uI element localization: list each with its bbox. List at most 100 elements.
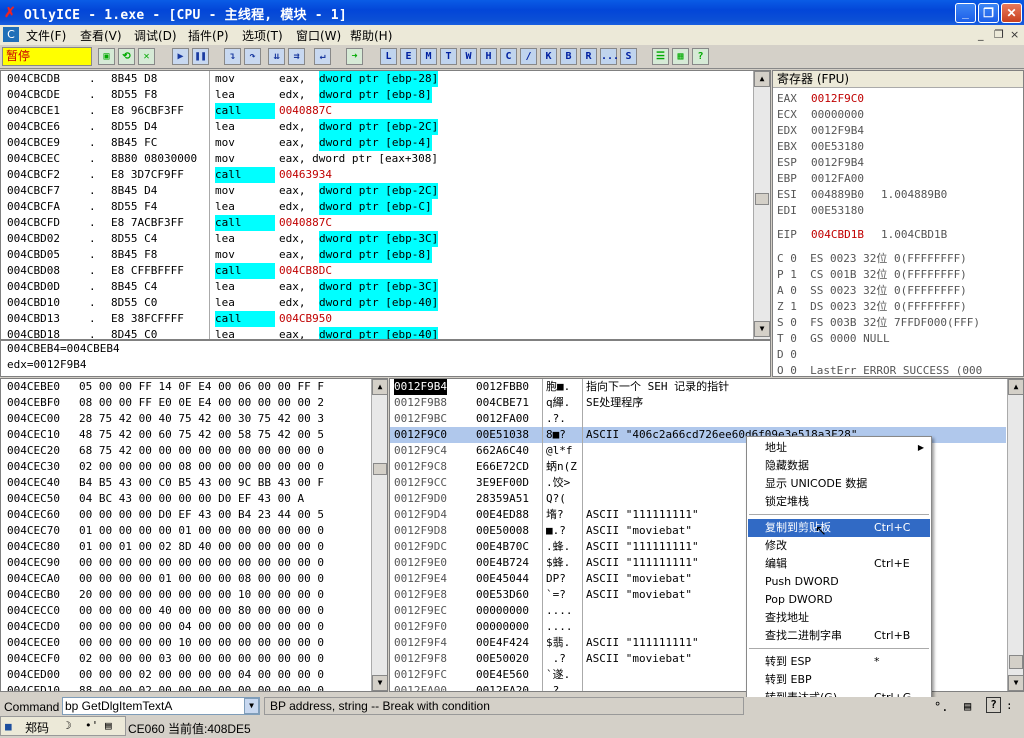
step-over-icon[interactable]: ↷ <box>244 48 261 65</box>
tray-icon[interactable]: °. <box>934 700 948 714</box>
register-value[interactable]: 0012FA00 <box>811 171 864 187</box>
menu-plugins[interactable]: 插件(P) <box>188 27 229 44</box>
register-value[interactable]: 00E53180 <box>811 203 864 219</box>
scroll-thumb[interactable] <box>1009 655 1023 669</box>
ime-keyboard-icon[interactable]: ▤ <box>105 719 112 732</box>
scroll-down-icon[interactable]: ▼ <box>1008 675 1023 691</box>
flag-row[interactable]: Z 1 DS 0023 32位 0(FFFFFFFF) <box>777 299 967 315</box>
disasm-scrollbar[interactable]: ▲ ▼ <box>753 71 770 339</box>
maximize-button[interactable]: ❐ <box>978 3 999 23</box>
disasm-row[interactable]: 004CBD08. E8 CFFBFFFF call 004CB8DC <box>1 263 753 279</box>
open-icon[interactable]: ▣ <box>98 48 115 65</box>
execute-till-return-icon[interactable]: ↵ <box>314 48 331 65</box>
scroll-thumb[interactable] <box>755 193 769 205</box>
cpu-window-icon[interactable]: C <box>3 27 19 42</box>
disasm-row[interactable]: 004CBD0D. 8B45 C4 lea eax, dword ptr [ebp-3… <box>1 279 753 295</box>
disasm-row[interactable]: 004CBCDE. 8D55 F8 lea edx, dword ptr [ebp-8… <box>1 87 753 103</box>
stack-row[interactable]: 0012F9B8 004CBE71 q繟. SE处理程序 <box>390 395 1006 411</box>
threads-button[interactable]: T <box>440 48 457 65</box>
disasm-row[interactable]: 004CBCFA. 8D55 F4 lea edx, dword ptr [ebp-C… <box>1 199 753 215</box>
context-menu-item[interactable]: 转到 ESP * <box>748 653 930 671</box>
flag-row[interactable]: D 0 <box>777 347 797 363</box>
minimize-button[interactable]: _ <box>955 3 976 23</box>
menu-help[interactable]: 帮助(H) <box>350 27 392 44</box>
menu-debug[interactable]: 调试(D) <box>134 27 177 44</box>
register-value[interactable]: 0012F9C0 <box>811 91 864 107</box>
trace-over-icon[interactable]: ⇉ <box>288 48 305 65</box>
scroll-up-icon[interactable]: ▲ <box>1008 379 1023 395</box>
tray-more-icon[interactable]: : <box>1006 699 1013 712</box>
context-menu-item[interactable]: Push DWORD <box>748 573 930 591</box>
disasm-row[interactable]: 004CBD18. 8D45 C0 lea eax, dword ptr [ebp-4… <box>1 327 753 339</box>
scroll-up-icon[interactable]: ▲ <box>754 71 770 87</box>
flag-row[interactable]: O 0 LastErr ERROR_SUCCESS (000 <box>777 363 982 376</box>
stack-row[interactable]: 0012F9BC 0012FA00.?. <box>390 411 1006 427</box>
log-window-button[interactable]: L <box>380 48 397 65</box>
flag-row[interactable]: A 0 SS 0023 32位 0(FFFFFFFF) <box>777 283 967 299</box>
stack-row[interactable]: 0012F9B4 0012FBB0 胞■. 指向下一个 SEH 记录的指针 <box>390 379 1006 395</box>
context-menu-item[interactable]: Pop DWORD <box>748 591 930 609</box>
disasm-row[interactable]: 004CBCF7. 8B45 D4 mov eax, dword ptr [ebp-2… <box>1 183 753 199</box>
command-dropdown-icon[interactable]: ▼ <box>244 698 259 714</box>
context-menu-item[interactable]: 显示 UNICODE 数据 <box>748 475 930 493</box>
dump-scrollbar[interactable]: ▲ ▼ <box>371 379 387 691</box>
disassembly-panel[interactable]: 004CBCDB. 8B45 D8 mov eax, dword ptr [ebp-2… <box>0 70 771 340</box>
mdi-close-button[interactable]: × <box>1010 28 1019 41</box>
disasm-row[interactable]: 004CBCF2. E8 3D7CF9FF call 00463934 <box>1 167 753 183</box>
run-trace-button[interactable]: ... <box>600 48 619 65</box>
scroll-up-icon[interactable]: ▲ <box>372 379 387 395</box>
scroll-down-icon[interactable]: ▼ <box>372 675 387 691</box>
context-menu-item[interactable]: 查找二进制字串 Ctrl+B <box>748 627 930 645</box>
disasm-row[interactable]: 004CBCE1. E8 96CBF3FF call 0040887C <box>1 103 753 119</box>
flag-row[interactable]: T 0 GS 0000 NULL <box>777 331 890 347</box>
flag-row[interactable]: P 1 CS 001B 32位 0(FFFFFFFF) <box>777 267 967 283</box>
register-value[interactable]: 0012F9B4 <box>811 123 864 139</box>
context-menu-item[interactable]: 复制到剪贴板 Ctrl+C <box>748 519 930 537</box>
mdi-minimize-button[interactable]: _ <box>978 28 984 41</box>
disasm-row[interactable]: 004CBD02. 8D55 C4 lea edx, dword ptr [ebp-3… <box>1 231 753 247</box>
close-button[interactable]: ✕ <box>1001 3 1022 23</box>
disasm-row[interactable]: 004CBCE9. 8B45 FC mov eax, dword ptr [ebp-4… <box>1 135 753 151</box>
register-value[interactable]: 00000000 <box>811 107 864 123</box>
scroll-down-icon[interactable]: ▼ <box>754 321 770 337</box>
modules-button[interactable]: E <box>400 48 417 65</box>
close-debuggee-icon[interactable]: ✕ <box>138 48 155 65</box>
tray-tool-icon[interactable]: ▤ <box>964 699 971 713</box>
pause-icon[interactable]: ❚❚ <box>192 48 209 65</box>
context-menu-item[interactable]: 地址 ▶ <box>748 439 930 457</box>
context-menu-item[interactable]: 修改 <box>748 537 930 555</box>
run-icon[interactable]: ▶ <box>172 48 189 65</box>
trace-into-icon[interactable]: ⇊ <box>268 48 285 65</box>
ime-moon-icon[interactable]: ☽ <box>65 719 72 732</box>
menu-file[interactable]: 文件(F) <box>26 27 66 44</box>
context-menu-item[interactable]: 锁定堆栈 <box>748 493 930 511</box>
breakpoints-button[interactable]: B <box>560 48 577 65</box>
disasm-row[interactable]: 004CBCFD. E8 7ACBF3FF call 0040887C <box>1 215 753 231</box>
context-menu-item[interactable]: 查找地址 <box>748 609 930 627</box>
call-stack-button[interactable]: K <box>540 48 557 65</box>
source-button[interactable]: S <box>620 48 637 65</box>
handles-button[interactable]: H <box>480 48 497 65</box>
register-value[interactable]: 00E53180 <box>811 139 864 155</box>
context-menu-item[interactable]: 转到 EBP <box>748 671 930 689</box>
context-menu-item[interactable]: 隐藏数据 <box>748 457 930 475</box>
register-value[interactable]: 004889B0 <box>811 187 864 203</box>
patches-button[interactable]: / <box>520 48 537 65</box>
registers-panel[interactable]: 寄存器 (FPU) EAX 0012F9C0 ECX 00000000 EDX 0012F… <box>772 70 1024 377</box>
disasm-row[interactable]: 004CBCEC. 8B80 08030000 mov eax, dword ptr … <box>1 151 753 167</box>
ime-bar[interactable]: ■ 郑码 ☽ •' ▤ <box>0 716 126 736</box>
list-icon[interactable]: ☰ <box>652 48 669 65</box>
flag-row[interactable]: C 0 ES 0023 32位 0(FFFFFFFF) <box>777 251 967 267</box>
context-menu-item[interactable]: 编辑 Ctrl+E <box>748 555 930 573</box>
memory-dump-panel[interactable]: 004CEBE0 05 00 00 FF 14 0F E4 00 06 00 00… <box>0 378 388 692</box>
disasm-row[interactable]: 004CBCDB. 8B45 D8 mov eax, dword ptr [ebp-2… <box>1 71 753 87</box>
ime-punct-icon[interactable]: •' <box>85 719 98 732</box>
flag-row[interactable]: S 0 FS 003B 32位 7FFDF000(FFF) <box>777 315 980 331</box>
restart-icon[interactable]: ⟲ <box>118 48 135 65</box>
disasm-row[interactable]: 004CBD13. E8 38FCFFFF call 004CB950 <box>1 311 753 327</box>
step-into-icon[interactable]: ↴ <box>224 48 241 65</box>
disasm-row[interactable]: 004CBD05. 8B45 F8 mov eax, dword ptr [ebp-8… <box>1 247 753 263</box>
menu-view[interactable]: 查看(V) <box>80 27 122 44</box>
cpu-button[interactable]: C <box>500 48 517 65</box>
mdi-restore-button[interactable]: ❐ <box>994 28 1004 41</box>
